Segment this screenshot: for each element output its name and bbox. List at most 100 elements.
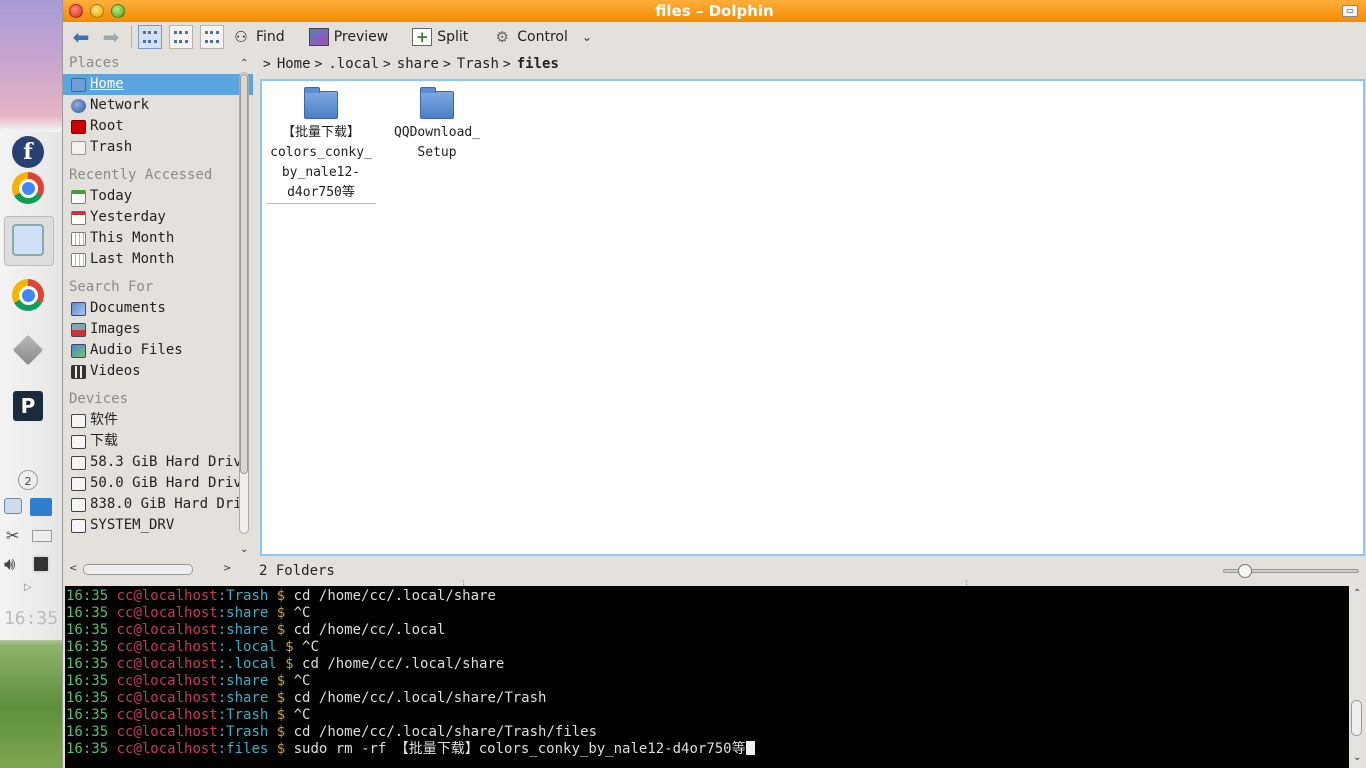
places-item-network[interactable]: Network	[63, 95, 253, 116]
split-button[interactable]: + Split	[412, 28, 468, 46]
root-icon	[71, 119, 86, 134]
columns-view-button[interactable]	[200, 25, 224, 49]
terminal-time: 16:35	[66, 622, 117, 638]
expand-tray-icon[interactable]: ▷	[24, 582, 32, 593]
toolbar: ⬅ ➡ ⚇ Find Preview + Split ⚙ Control ⌄	[63, 22, 1366, 52]
terminal-prompt: $	[285, 639, 303, 655]
calendar-today-icon	[71, 189, 86, 204]
places-item-last-month[interactable]: Last Month	[63, 249, 253, 270]
workspace-pager-icon[interactable]: 2	[18, 470, 38, 490]
places-horizontal-scrollbar[interactable]: < >	[67, 563, 237, 577]
terminal-time: 16:35	[66, 588, 117, 604]
terminal-time: 16:35	[66, 656, 117, 672]
minimize-button[interactable]	[90, 4, 104, 18]
places-item-today[interactable]: Today	[63, 186, 253, 207]
chrome-icon-2[interactable]	[12, 279, 44, 311]
terminal-command: cd /home/cc/.local/share	[293, 588, 496, 604]
crumb-trash[interactable]: Trash	[457, 56, 499, 72]
places-vertical-scrollbar[interactable]: ⌃ ⌄	[237, 58, 251, 558]
back-arrow-icon: ⬅	[72, 25, 90, 49]
places-item-this-month[interactable]: This Month	[63, 228, 253, 249]
icons-view-icon	[143, 31, 157, 43]
crumb-files[interactable]: files	[517, 56, 559, 72]
device-item[interactable]: SYSTEM_DRV	[63, 515, 253, 536]
places-item-root[interactable]: Root	[63, 116, 253, 137]
device-item[interactable]: 软件	[63, 410, 253, 431]
drive-icon	[71, 434, 86, 449]
close-button[interactable]	[69, 4, 83, 18]
crumb-share[interactable]: share	[397, 56, 439, 72]
keyboard-icon[interactable]	[32, 530, 52, 542]
folder-item[interactable]: 【批量下载】 colors_conky_ by_nale12- d4or750等	[266, 81, 376, 204]
device-item[interactable]: 50.0 GiB Hard Driv	[63, 473, 253, 494]
chevron-right-icon[interactable]: >	[443, 57, 451, 72]
control-button[interactable]: ⚙ Control	[492, 28, 568, 46]
update-tray-icon[interactable]	[30, 498, 52, 516]
folder-item[interactable]: QQDownload_ Setup	[382, 81, 492, 163]
maximize-button[interactable]	[111, 4, 125, 18]
network-tray-icon[interactable]	[4, 498, 22, 514]
window-menu-button[interactable]: ▭	[1342, 5, 1358, 17]
scroll-right-icon[interactable]: >	[223, 563, 231, 574]
terminal-scrollbar[interactable]: ⌃ ⌄	[1349, 586, 1365, 768]
chevron-down-icon[interactable]: ⌄	[582, 30, 592, 44]
scroll-down-icon[interactable]: ⌄	[240, 544, 248, 555]
places-item-yesterday[interactable]: Yesterday	[63, 207, 253, 228]
clock[interactable]: 16:35	[0, 608, 62, 629]
forward-button[interactable]: ➡	[99, 25, 123, 49]
places-item-trash[interactable]: Trash	[63, 137, 253, 158]
scroll-up-icon[interactable]: ⌃	[240, 58, 248, 69]
terminal-user: cc	[116, 741, 134, 757]
chevron-right-icon[interactable]: >	[383, 57, 391, 72]
preview-button[interactable]: Preview	[308, 28, 388, 46]
scroll-thumb[interactable]	[240, 74, 248, 474]
terminal-host: @localhost	[133, 741, 218, 757]
chrome-icon[interactable]	[12, 172, 44, 204]
title-bar[interactable]: files – Dolphin ▭	[63, 0, 1366, 22]
forward-arrow-icon: ➡	[102, 25, 120, 49]
scroll-left-icon[interactable]: <	[69, 563, 77, 574]
zoom-slider-handle[interactable]	[1238, 564, 1252, 578]
virtualbox-icon[interactable]	[12, 334, 44, 366]
p-app-icon[interactable]: P	[13, 391, 43, 421]
places-item-documents[interactable]: Documents	[63, 298, 253, 319]
clipboard-icon[interactable]	[32, 555, 50, 573]
window-title: files – Dolphin	[655, 2, 774, 20]
crumb-home[interactable]: Home	[277, 56, 311, 72]
zoom-slider[interactable]	[1223, 564, 1359, 578]
places-item-home[interactable]: Home	[63, 74, 253, 95]
device-item[interactable]: 58.3 GiB Hard Driv	[63, 452, 253, 473]
icons-view-button[interactable]	[138, 25, 162, 49]
scroll-up-icon[interactable]: ⌃	[1353, 588, 1361, 599]
places-item-images[interactable]: Images	[63, 319, 253, 340]
terminal-panel[interactable]: 16:35 cc@localhost:Trash $ cd /home/cc/.…	[65, 586, 1349, 768]
scissors-icon[interactable]: ✂	[6, 526, 19, 545]
chevron-right-icon[interactable]: >	[503, 57, 511, 72]
scroll-down-icon[interactable]: ⌄	[1353, 752, 1361, 763]
places-item-videos[interactable]: Videos	[63, 361, 253, 382]
device-item[interactable]: 下载	[63, 431, 253, 452]
control-label: Control	[517, 29, 568, 45]
file-manager-icon[interactable]	[12, 224, 44, 256]
terminal-dir: :Trash	[217, 707, 277, 723]
back-button[interactable]: ⬅	[69, 25, 93, 49]
file-view[interactable]: 【批量下载】 colors_conky_ by_nale12- d4or750等…	[260, 79, 1365, 556]
chevron-right-icon[interactable]: >	[315, 57, 323, 72]
terminal-line: 16:35 cc@localhost:Trash $ cd /home/cc/.…	[66, 588, 1349, 605]
find-button[interactable]: ⚇ Find	[231, 28, 284, 46]
drive-icon	[71, 497, 86, 512]
fedora-icon[interactable]: f	[12, 136, 44, 168]
terminal-prompt: $	[276, 707, 294, 723]
places-panel: Places Home Network Root Trash Recently …	[63, 52, 253, 582]
terminal-command: cd /home/cc/.local/share/Trash	[293, 690, 547, 706]
details-view-button[interactable]	[169, 25, 193, 49]
crumb-local[interactable]: .local	[328, 56, 379, 72]
device-item[interactable]: 838.0 GiB Hard Dri	[63, 494, 253, 515]
places-item-audio-files[interactable]: Audio Files	[63, 340, 253, 361]
terminal-scroll-thumb[interactable]	[1351, 700, 1362, 736]
hscroll-thumb[interactable]	[83, 564, 193, 575]
volume-icon[interactable]: 🔊︎	[4, 554, 15, 575]
terminal-host: @localhost	[133, 707, 218, 723]
terminal-dir: :share	[217, 673, 277, 689]
terminal-command: cd /home/cc/.local/share/Trash/files	[293, 724, 598, 740]
